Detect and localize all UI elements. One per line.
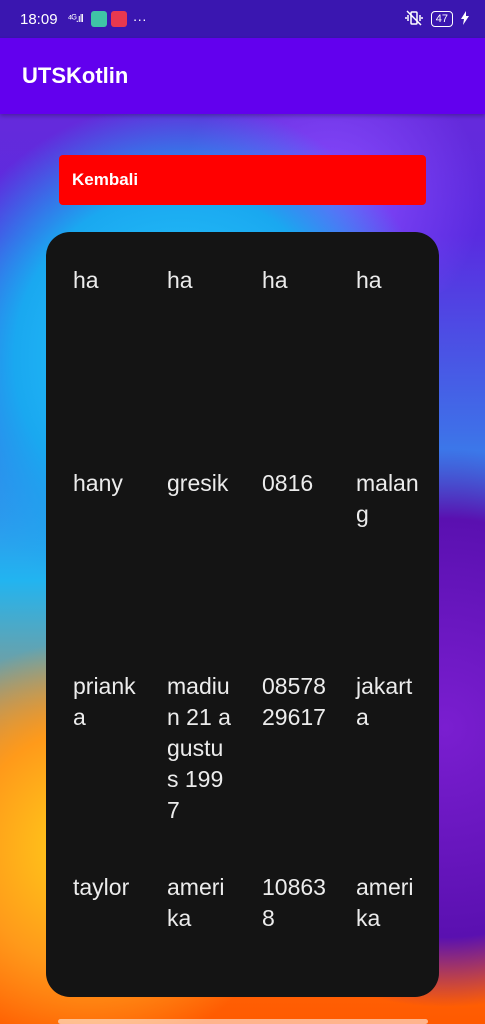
sim-icon	[90, 11, 107, 27]
table-cell: madiun 21 agustus 1997	[167, 673, 231, 823]
table-cell: gresik	[167, 470, 229, 496]
kembali-button[interactable]: Kembali	[59, 155, 426, 205]
app-bar: UTSKotlin	[0, 38, 485, 114]
vibrate-icon	[405, 9, 423, 29]
table-cell: prianka	[73, 673, 136, 730]
table-cell: amerika	[356, 874, 414, 931]
table-cell: 0816	[262, 470, 314, 496]
signal-icon: ⁴ᴳ.ıll	[67, 13, 84, 25]
table-cell: ha	[262, 267, 288, 293]
table-cell: taylor	[73, 874, 130, 900]
gesture-nav-bar[interactable]	[58, 1019, 428, 1024]
app-title: UTSKotlin	[22, 63, 129, 88]
charging-icon	[461, 10, 469, 28]
data-table-card: ha ha ha ha hany gresik 0816 malang pria…	[46, 232, 439, 997]
more-notifications-icon: ···	[132, 11, 147, 27]
table-cell: ha	[73, 267, 99, 293]
table-cell: ha	[167, 267, 193, 293]
table-cell: jakarta	[356, 673, 413, 730]
table-cell: 0857829617	[262, 673, 326, 730]
video-icon	[110, 11, 127, 27]
table-cell: malang	[356, 470, 419, 527]
table-cell: hany	[73, 470, 123, 496]
battery-icon: 47	[430, 11, 453, 27]
table-cell: amerika	[167, 874, 225, 931]
status-bar: 18:09 ⁴ᴳ.ıll ··· 47	[0, 0, 485, 38]
status-time: 18:09	[20, 10, 58, 28]
table-cell: 108638	[262, 874, 326, 931]
table-cell: ha	[356, 267, 382, 293]
